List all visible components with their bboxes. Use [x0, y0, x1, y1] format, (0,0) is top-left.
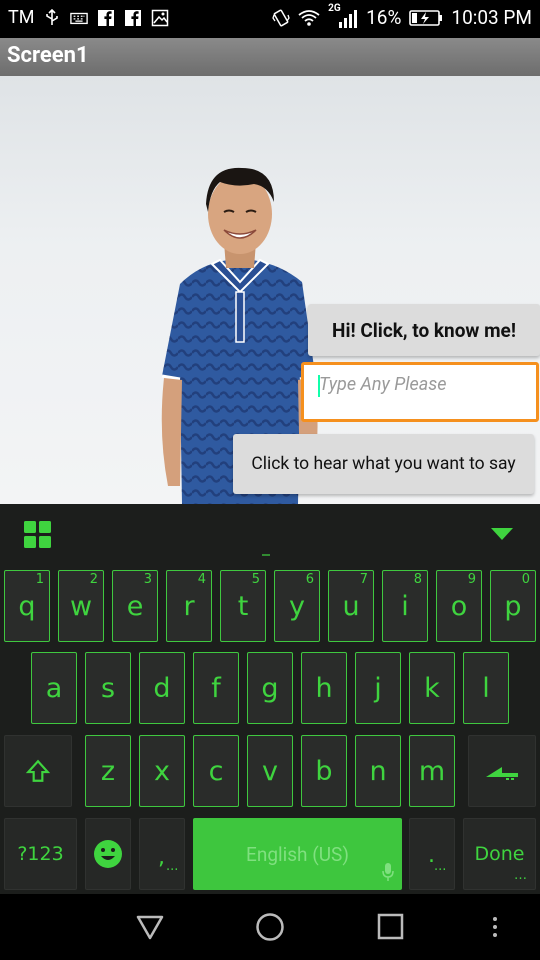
battery-charging-icon: [409, 9, 443, 26]
key-hint: 5: [251, 572, 260, 587]
image-icon: [152, 9, 169, 26]
key-label: o: [450, 590, 468, 622]
key-hint: 0: [521, 572, 530, 587]
key-q[interactable]: q1: [4, 570, 50, 642]
key-hint: 4: [197, 572, 206, 587]
screen-title: Screen1: [7, 43, 89, 68]
apps-grid-icon[interactable]: [24, 521, 52, 549]
key-f[interactable]: f: [193, 652, 239, 724]
clock: 10:03 PM: [451, 6, 532, 29]
usb-icon: [46, 8, 59, 25]
key-k[interactable]: k: [409, 652, 455, 724]
comma-key[interactable]: , ...: [139, 818, 185, 890]
emoji-key[interactable]: [85, 818, 131, 890]
collapse-keyboard-icon[interactable]: [490, 526, 514, 542]
navigation-bar: [0, 894, 540, 960]
key-hint: 3: [143, 572, 152, 587]
back-icon[interactable]: [135, 912, 165, 942]
shift-key[interactable]: [4, 735, 72, 807]
key-g[interactable]: g: [247, 652, 293, 724]
key-label: y: [289, 590, 305, 622]
key-r[interactable]: r4: [166, 570, 212, 642]
key-p[interactable]: p0: [490, 570, 536, 642]
key-hint: 8: [413, 572, 422, 587]
comma-label: ,: [158, 845, 165, 870]
key-m[interactable]: m: [409, 735, 455, 807]
key-label: r: [183, 590, 195, 622]
key-d[interactable]: d: [139, 652, 185, 724]
title-bar: Screen1: [0, 38, 540, 76]
status-bar: TM 2G 16% 10:03 PM: [0, 0, 540, 38]
key-u[interactable]: u7: [328, 570, 374, 642]
done-label: Done: [474, 843, 525, 865]
home-icon[interactable]: [255, 912, 285, 942]
key-a[interactable]: a: [31, 652, 77, 724]
key-hint: 1: [35, 572, 44, 587]
space-label: English (US): [246, 842, 349, 866]
key-s[interactable]: s: [85, 652, 131, 724]
key-label: q: [18, 590, 36, 622]
key-label: w: [69, 590, 93, 622]
facebook-icon: [98, 9, 115, 26]
keyboard-icon: [70, 12, 89, 24]
done-key[interactable]: Done …: [463, 818, 536, 890]
key-label: p: [504, 590, 522, 622]
emoji-icon: [94, 840, 122, 868]
battery-percent: 16%: [366, 6, 402, 29]
key-hint: 9: [467, 572, 476, 587]
key-c[interactable]: c: [193, 735, 239, 807]
key-l[interactable]: l: [463, 652, 509, 724]
recents-icon[interactable]: [376, 912, 406, 942]
wifi-icon: [298, 9, 320, 26]
soft-keyboard: ?123 , ... English (US) . ... Done … q1w…: [0, 504, 540, 894]
shift-icon: [25, 759, 51, 782]
key-o[interactable]: o9: [436, 570, 482, 642]
signal-indicator: 2G: [328, 3, 358, 29]
keyboard-toolbar: [0, 504, 540, 562]
signal-icon: [339, 9, 358, 28]
key-hint: 7: [359, 572, 368, 587]
key-e[interactable]: e3: [112, 570, 158, 642]
key-y[interactable]: y6: [274, 570, 320, 642]
key-hint: 2: [89, 572, 98, 587]
backspace-key[interactable]: [468, 735, 536, 807]
text-input[interactable]: Type Any Please: [301, 362, 539, 422]
text-input-placeholder: Type Any Please: [319, 374, 447, 395]
key-h[interactable]: h: [301, 652, 347, 724]
key-x[interactable]: x: [139, 735, 185, 807]
period-key[interactable]: . ...: [409, 818, 455, 890]
main-content: Hi! Click, to know me! Type Any Please C…: [0, 76, 540, 504]
microphone-icon: [382, 863, 394, 881]
key-label: t: [237, 590, 249, 622]
key-t[interactable]: t5: [220, 570, 266, 642]
facebook-icon-2: [125, 9, 142, 26]
key-b[interactable]: b: [301, 735, 347, 807]
key-w[interactable]: w2: [58, 570, 104, 642]
backspace-icon: [486, 767, 518, 780]
key-label: u: [342, 590, 360, 622]
key-j[interactable]: j: [355, 652, 401, 724]
period-hint: ...: [434, 859, 447, 874]
comma-hint: ...: [166, 859, 179, 874]
know-me-button[interactable]: Hi! Click, to know me!: [308, 304, 540, 356]
key-label: e: [126, 590, 144, 622]
vibrate-icon: [272, 9, 290, 26]
symbols-key[interactable]: ?123: [4, 818, 77, 890]
menu-icon[interactable]: [490, 912, 500, 942]
key-hint: 6: [305, 572, 314, 587]
key-v[interactable]: v: [247, 735, 293, 807]
space-key[interactable]: English (US): [193, 818, 402, 890]
key-n[interactable]: n: [355, 735, 401, 807]
key-i[interactable]: i8: [382, 570, 428, 642]
suggestion-divider: [262, 554, 270, 556]
key-label: i: [401, 590, 409, 622]
hear-button[interactable]: Click to hear what you want to say: [233, 434, 534, 494]
done-hint: …: [514, 868, 527, 883]
key-z[interactable]: z: [85, 735, 131, 807]
carrier-label: TM: [8, 7, 35, 28]
